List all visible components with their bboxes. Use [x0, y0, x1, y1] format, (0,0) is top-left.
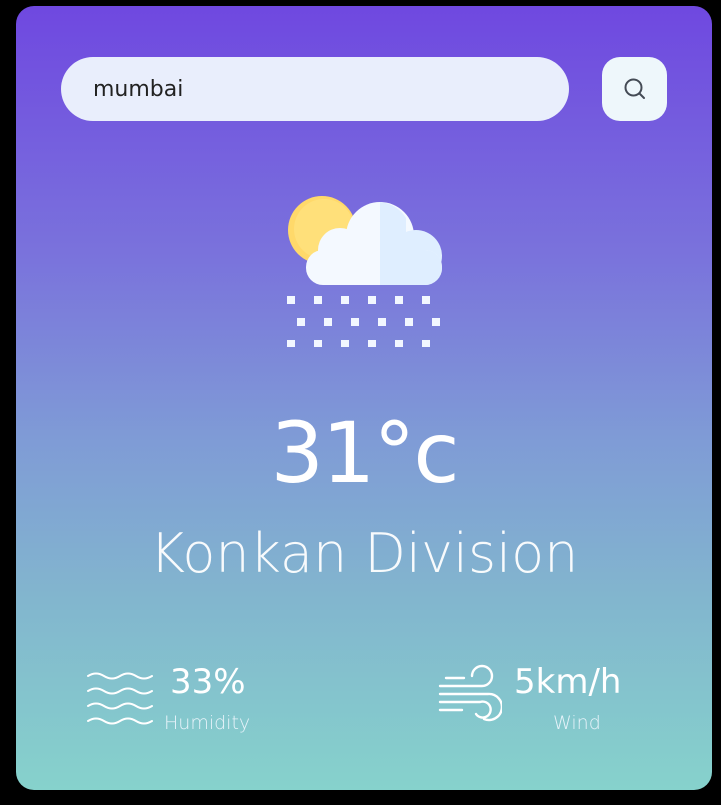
weather-card: 31°c Konkan Division 33% Humidity 5km/h … [16, 6, 712, 790]
temperature: 31°c [270, 404, 459, 502]
wind-label: Wind [553, 712, 601, 734]
search-icon [624, 78, 645, 99]
humidity-value: 33% [170, 662, 246, 702]
partly-cloudy-snow-icon [287, 196, 442, 347]
search-button[interactable] [602, 57, 667, 121]
humidity-detail: 33% Humidity [86, 654, 286, 744]
city-name: Konkan Division [149, 522, 579, 585]
search-input[interactable] [61, 57, 569, 121]
wind-icon [438, 664, 502, 722]
wind-value: 5km/h [514, 662, 622, 702]
humidity-waves-icon [87, 672, 153, 725]
humidity-label: Humidity [164, 712, 251, 734]
wind-detail: 5km/h Wind [436, 654, 676, 744]
